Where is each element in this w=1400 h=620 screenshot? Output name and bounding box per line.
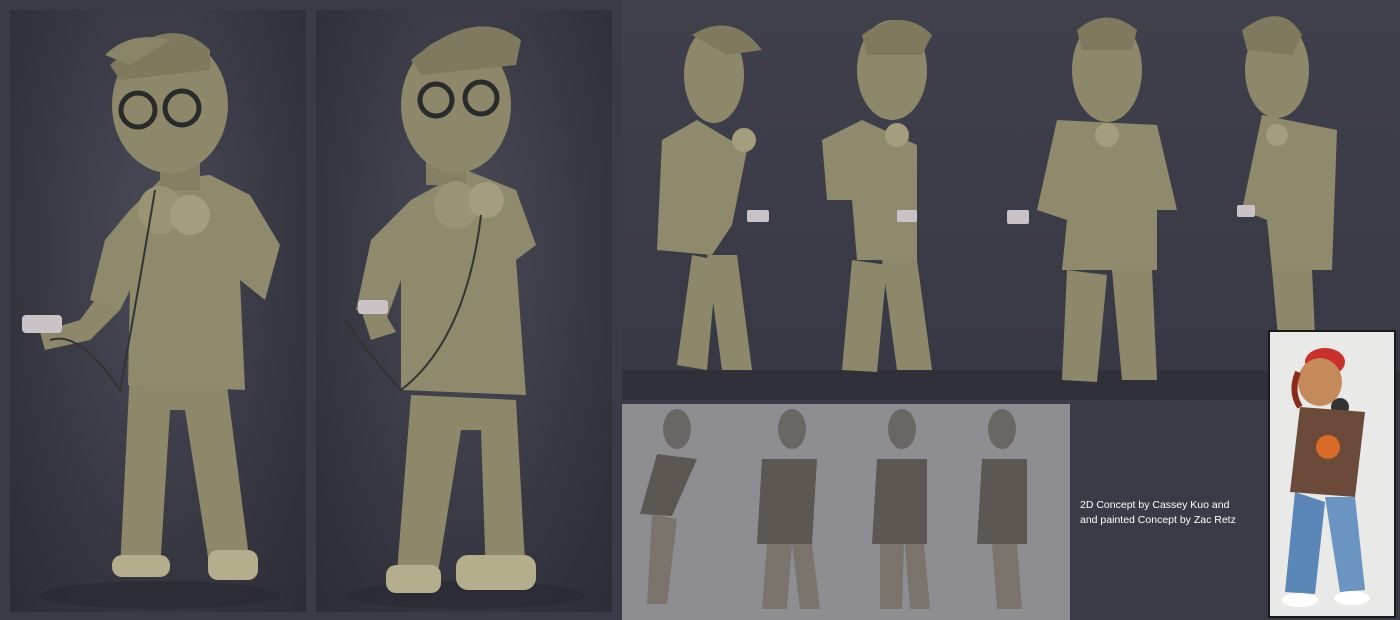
clay-figure-center bbox=[345, 26, 586, 609]
turnaround-view-three-quarter bbox=[822, 20, 932, 372]
grey-view-side bbox=[640, 409, 697, 604]
clay-figure-left bbox=[22, 33, 280, 609]
credit-line-2: and painted Concept by Zac Retz bbox=[1080, 514, 1236, 526]
painted-concept-figure bbox=[1282, 348, 1370, 607]
grey-turnaround-panel bbox=[622, 404, 1070, 620]
credit-line-1: 2D Concept by Cassey Kuo and bbox=[1080, 499, 1230, 511]
grey-view-three-quarter bbox=[757, 409, 820, 609]
grey-turnaround-figures bbox=[640, 409, 1027, 609]
render-panel-center bbox=[316, 10, 612, 612]
turnaround-view-side bbox=[657, 25, 769, 370]
turnaround-view-rear bbox=[1237, 16, 1337, 380]
grey-view-rear bbox=[977, 409, 1027, 609]
render-panel-left bbox=[10, 10, 306, 612]
turnaround-view-front bbox=[1007, 17, 1177, 382]
concept-credits: 2D Concept by Cassey Kuo and and painted… bbox=[1080, 498, 1260, 528]
grey-view-front bbox=[872, 409, 930, 609]
painted-concept-panel bbox=[1268, 330, 1396, 618]
